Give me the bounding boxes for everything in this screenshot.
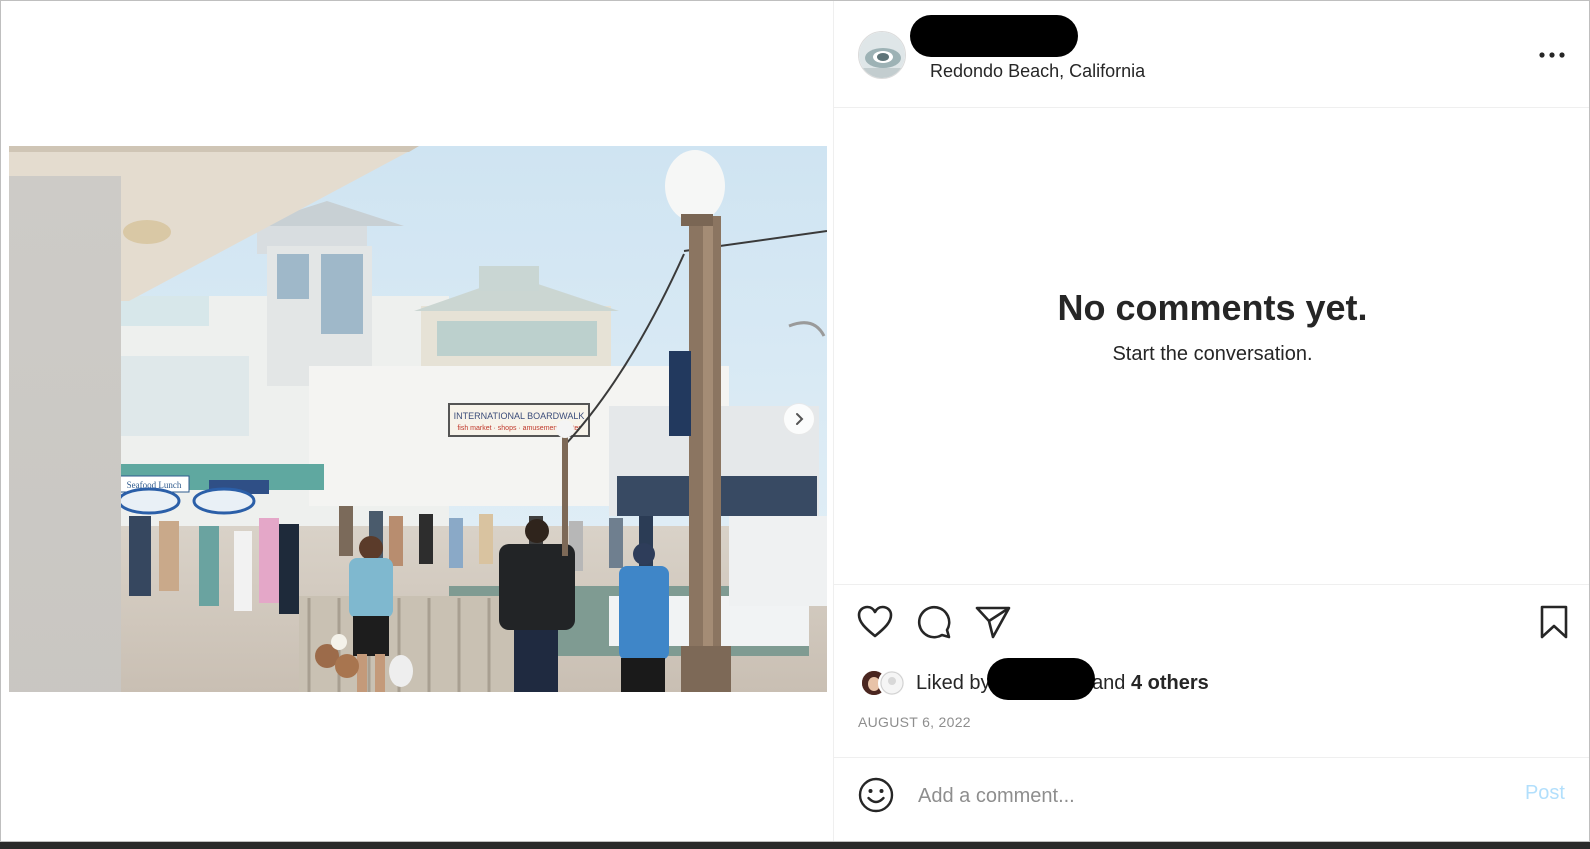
post-header: th Redondo Beach, California [834,1,1589,108]
emoji-button[interactable] [858,777,894,813]
paper-plane-icon [975,606,1011,639]
save-button[interactable] [1535,603,1573,641]
liked-and-label: and [1092,671,1131,694]
redaction-mark [987,658,1095,700]
post-comment-button[interactable]: Post [1519,781,1571,806]
likes-others-link[interactable]: 4 others [1131,672,1209,694]
comment-button[interactable] [915,603,953,641]
next-image-button[interactable] [783,403,815,435]
smiley-icon [858,777,894,813]
side-pane: th Redondo Beach, California No comments… [833,1,1589,841]
boardwalk-sign: INTERNATIONAL BOARDWALK [454,411,585,421]
post-actions: Liked by and 4 others AUGUST 6, 2022 [834,584,1589,758]
liked-by-label: Liked by [916,671,997,694]
author-avatar[interactable] [858,31,906,79]
like-button[interactable] [856,603,894,641]
post-date[interactable]: AUGUST 6, 2022 [858,714,971,730]
empty-comments-title: No comments yet. [1057,286,1368,328]
empty-comments-subtitle: Start the conversation. [1112,342,1313,365]
default-avatar-icon [880,671,904,695]
share-button[interactable] [974,603,1012,641]
media-pane: INTERNATIONAL BOARDWALK fish market · sh… [1,1,833,841]
liker-avatar[interactable] [878,669,906,697]
more-options-button[interactable] [1537,43,1567,67]
photo-illustration: INTERNATIONAL BOARDWALK fish market · sh… [9,146,827,692]
more-dots-icon [1539,52,1565,58]
post-modal: INTERNATIONAL BOARDWALK fish market · sh… [0,0,1590,842]
post-location[interactable]: Redondo Beach, California [930,61,1145,82]
add-comment-bar: Post [834,757,1589,841]
chevron-right-icon [796,413,804,425]
comment-bubble-icon [917,605,951,639]
avatar-image [859,32,905,78]
redaction-mark [910,15,1078,57]
post-photo[interactable]: INTERNATIONAL BOARDWALK fish market · sh… [9,146,827,692]
bookmark-icon [1540,605,1568,639]
heart-icon [857,605,893,638]
comment-input[interactable] [916,779,1480,813]
comments-area: No comments yet. Start the conversation. [834,108,1589,584]
